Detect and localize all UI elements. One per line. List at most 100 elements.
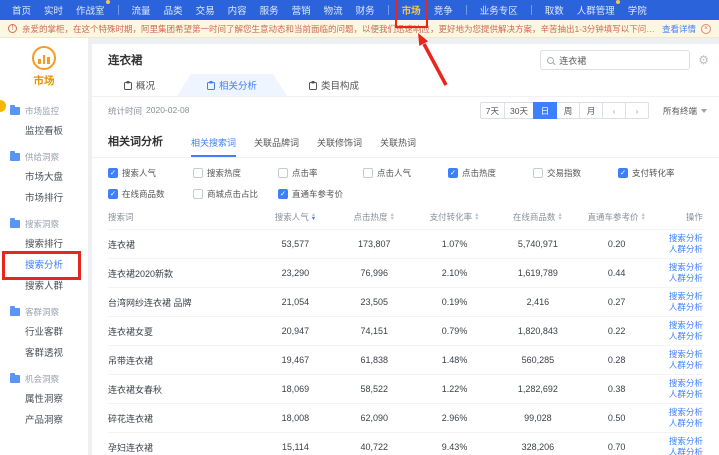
period-day-button[interactable]: 日 — [533, 102, 557, 119]
keyword-search-box[interactable] — [540, 50, 690, 70]
crowd-analysis-link[interactable]: 人群分析 — [669, 389, 703, 400]
sidebar-group-search-insight: 搜索洞察 — [0, 214, 88, 234]
table-row: 连衣裙女夏 20,947 74,151 0.79% 1,820,843 0.22… — [108, 316, 703, 345]
search-analysis-link[interactable]: 搜索分析 — [669, 320, 703, 331]
period-button-group: 7天 30天 日 周 月 ‹ › — [480, 102, 649, 119]
period-7d-button[interactable]: 7天 — [480, 102, 505, 119]
notice-text: 亲爱的掌柜，在这个特殊时期，阿里集团希望第一时间了解您生意动态和当前面临的问题，… — [22, 23, 657, 35]
nav-item-category[interactable]: 品类 — [164, 3, 183, 17]
crowd-analysis-link[interactable]: 人群分析 — [669, 418, 703, 429]
clipboard-icon — [124, 81, 132, 90]
nav-item-logistics[interactable]: 物流 — [324, 3, 343, 17]
nav-item-traffic[interactable]: 流量 — [132, 3, 151, 17]
nav-item-warroom[interactable]: 作战室 — [76, 3, 105, 17]
stats-time-date: 2020-02-08 — [146, 105, 189, 117]
sort-desc-icon[interactable]: ▼ — [390, 218, 395, 221]
search-analysis-link[interactable]: 搜索分析 — [669, 233, 703, 244]
nav-item-business-zone[interactable]: 业务专区 — [480, 3, 518, 17]
filter-search-popularity[interactable]: ✓搜索人气 — [108, 167, 193, 179]
filter-click-popularity[interactable]: 点击人气 — [363, 167, 448, 179]
nav-item-trade[interactable]: 交易 — [196, 3, 215, 17]
search-analysis-link[interactable]: 搜索分析 — [669, 262, 703, 273]
col-click-heat[interactable]: 点击热度▲▼ — [334, 211, 414, 223]
sort-desc-icon[interactable]: ▼ — [474, 218, 479, 221]
prev-period-button[interactable]: ‹ — [602, 102, 626, 119]
filter-click-heat[interactable]: ✓点击热度 — [448, 167, 533, 179]
sidebar-item-search-analysis[interactable]: 搜索分析 — [0, 255, 88, 276]
terminal-filter-dropdown[interactable]: 所有终端 — [663, 105, 707, 117]
search-analysis-link[interactable]: 搜索分析 — [669, 349, 703, 360]
table-row: 碎花连衣裙 18,008 62,090 2.96% 99,028 0.50 搜索… — [108, 403, 703, 432]
sidebar-item-industry-crowd[interactable]: 行业客群 — [0, 322, 88, 343]
col-ppc[interactable]: 直通车参考价▲▼ — [581, 211, 652, 223]
col-conversion[interactable]: 支付转化率▲▼ — [414, 211, 494, 223]
keyword-cell: 连衣裙女夏 — [108, 325, 257, 338]
search-analysis-link[interactable]: 搜索分析 — [669, 291, 703, 302]
new-badge — [106, 0, 110, 4]
period-month-button[interactable]: 月 — [579, 102, 603, 119]
nav-item-competition[interactable]: 竞争 — [434, 3, 453, 17]
nav-item-content[interactable]: 内容 — [228, 3, 247, 17]
filter-click-rate[interactable]: 点击率 — [278, 167, 363, 179]
keyword-search-input[interactable] — [559, 55, 683, 65]
table-header-row: 搜索词 搜索人气▲▼ 点击热度▲▼ 支付转化率▲▼ 在线商品数▲▼ 直通车参考价… — [108, 205, 703, 229]
tab-related-brand-words[interactable]: 关联品牌词 — [254, 136, 299, 157]
search-analysis-link[interactable]: 搜索分析 — [669, 436, 703, 447]
sidebar-item-crowd-perspective[interactable]: 客群透视 — [0, 343, 88, 364]
sort-desc-icon[interactable]: ▼ — [557, 218, 562, 221]
nav-item-academy[interactable]: 学院 — [628, 3, 647, 17]
period-week-button[interactable]: 周 — [556, 102, 580, 119]
nav-item-home[interactable]: 首页 — [12, 3, 31, 17]
notice-detail-link[interactable]: 查看详情 — [662, 23, 696, 35]
crowd-analysis-link[interactable]: 人群分析 — [669, 302, 703, 313]
search-analysis-link[interactable]: 搜索分析 — [669, 378, 703, 389]
nav-item-finance[interactable]: 财务 — [356, 3, 375, 17]
gear-icon[interactable]: ⚙ — [698, 54, 709, 66]
nav-divider — [388, 5, 389, 15]
crowd-analysis-link[interactable]: 人群分析 — [669, 244, 703, 255]
crowd-analysis-link[interactable]: 人群分析 — [669, 273, 703, 284]
tab-related-hot-words[interactable]: 关联热词 — [380, 136, 416, 157]
filter-conversion-rate[interactable]: ✓支付转化率 — [618, 167, 703, 179]
sidebar-group-market-monitor: 市场监控 — [0, 101, 88, 121]
sidebar-item-market-ranking[interactable]: 市场排行 — [0, 188, 88, 209]
filter-search-heat[interactable]: 搜索热度 — [193, 167, 278, 179]
nav-item-data-fetch[interactable]: 取数 — [545, 3, 564, 17]
filter-ppc-reference[interactable]: ✓直通车参考价 — [278, 188, 363, 200]
sort-desc-icon[interactable]: ▼ — [311, 218, 316, 221]
crowd-analysis-link[interactable]: 人群分析 — [669, 331, 703, 342]
filter-trade-index[interactable]: 交易指数 — [533, 167, 618, 179]
col-online-products[interactable]: 在线商品数▲▼ — [495, 211, 581, 223]
sidebar-item-market-overview[interactable]: 市场大盘 — [0, 167, 88, 188]
folder-icon — [10, 107, 20, 115]
tab-related-search-words[interactable]: 相关搜索词 — [191, 136, 236, 157]
filter-mall-click-share[interactable]: 商城点击占比 — [193, 188, 278, 200]
crowd-analysis-link[interactable]: 人群分析 — [669, 360, 703, 371]
crowd-analysis-link[interactable]: 人群分析 — [669, 447, 703, 455]
sidebar-item-monitor-board[interactable]: 监控看板 — [0, 121, 88, 142]
keyword-cell: 台湾网纱连衣裙 品牌 — [108, 296, 257, 309]
tab-related-analysis[interactable]: 相关分析 — [177, 74, 287, 96]
table-row: 孕妇连衣裙 15,114 40,722 9.43% 328,206 0.70 搜… — [108, 432, 703, 455]
search-analysis-link[interactable]: 搜索分析 — [669, 407, 703, 418]
period-30d-button[interactable]: 30天 — [504, 102, 534, 119]
nav-item-realtime[interactable]: 实时 — [44, 3, 63, 17]
keyword-cell: 碎花连衣裙 — [108, 412, 257, 425]
col-search-popularity[interactable]: 搜索人气▲▼ — [257, 211, 334, 223]
sidebar-item-product-insight[interactable]: 产品洞察 — [0, 410, 88, 431]
sort-desc-icon[interactable]: ▼ — [640, 218, 645, 221]
next-period-button[interactable]: › — [625, 102, 649, 119]
sidebar-item-attribute-insight[interactable]: 属性洞察 — [0, 389, 88, 410]
tab-overview[interactable]: 概况 — [102, 74, 177, 96]
nav-divider — [466, 5, 467, 15]
close-icon[interactable]: × — [701, 24, 711, 34]
market-logo-icon — [32, 46, 56, 70]
tab-category-composition[interactable]: 类目构成 — [287, 74, 381, 96]
filter-online-products[interactable]: ✓在线商品数 — [108, 188, 193, 200]
nav-item-marketing[interactable]: 营销 — [292, 3, 311, 17]
annotation-red-box-search-analysis — [2, 251, 81, 280]
nav-item-crowd-management[interactable]: 人群管理 — [577, 3, 615, 17]
nav-item-market[interactable]: 市场 — [402, 3, 421, 17]
tab-related-modifier-words[interactable]: 关联修饰词 — [317, 136, 362, 157]
nav-item-service[interactable]: 服务 — [260, 3, 279, 17]
